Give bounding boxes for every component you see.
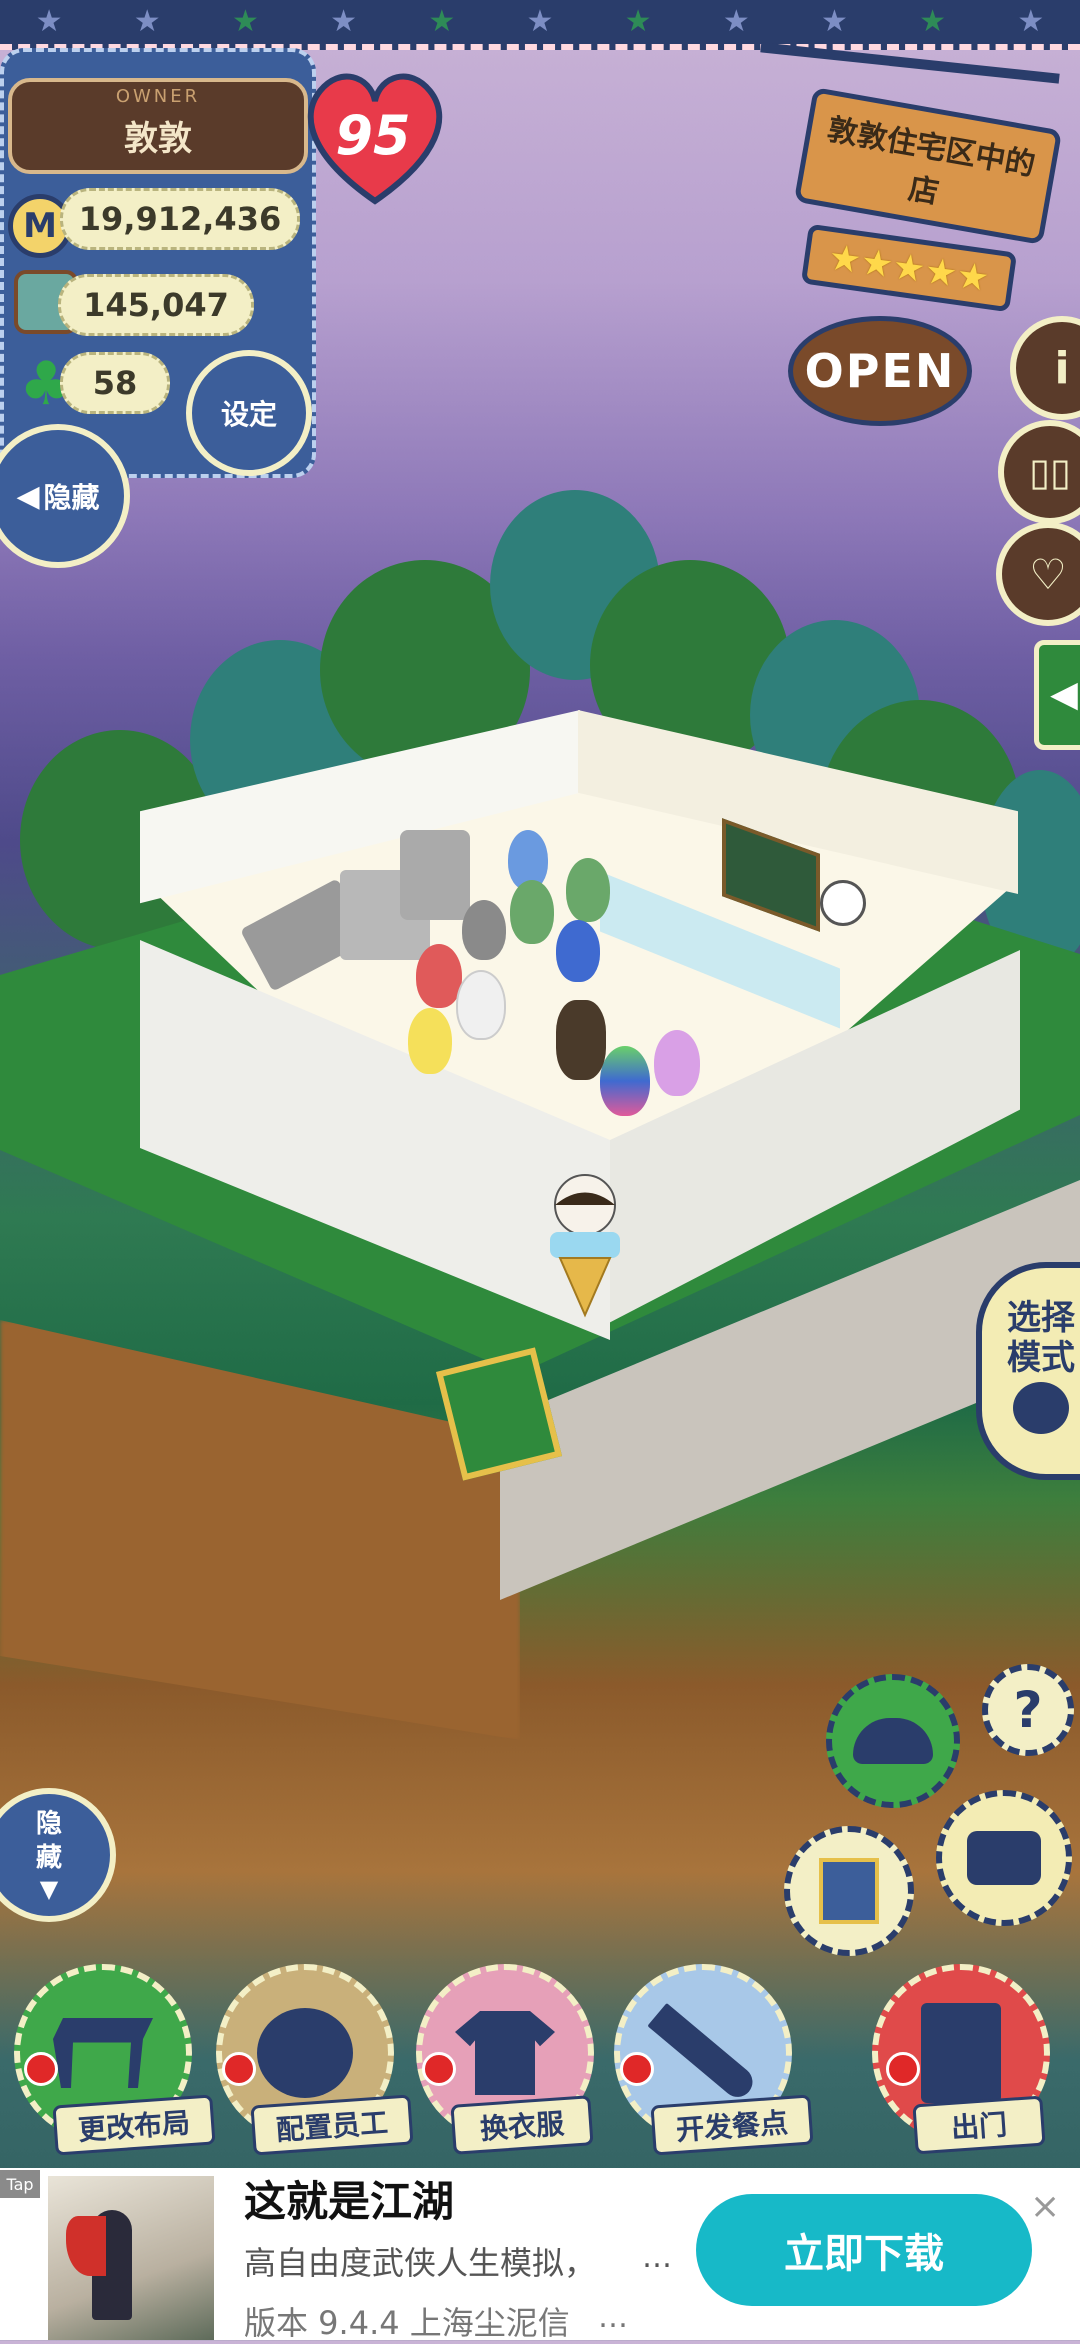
owner-plaque[interactable]: OWNER 敦敦 bbox=[8, 78, 308, 174]
star-decoration-icon: ★ bbox=[231, 4, 259, 39]
open-status-sign[interactable]: OPEN bbox=[788, 316, 972, 426]
arrow-left-icon: ◀ bbox=[1050, 674, 1078, 715]
assign-staff-label-plate: 配置员工 bbox=[250, 2094, 414, 2156]
bear-icon bbox=[257, 2008, 353, 2098]
ad-tag: Tap bbox=[0, 2170, 40, 2198]
go-out-label: 出门 bbox=[950, 2108, 1009, 2145]
ad-download-label: 立即下载 bbox=[784, 2231, 944, 2277]
notification-pin-icon bbox=[24, 2052, 58, 2086]
notification-pin-icon bbox=[886, 2052, 920, 2086]
notification-pin-icon bbox=[222, 2052, 256, 2086]
owner-tag: OWNER bbox=[115, 86, 201, 107]
messages-button[interactable]: ♡ bbox=[996, 522, 1080, 626]
star-decoration-icon: ★ bbox=[722, 4, 750, 39]
shop-rating: ★ ★ ★ ★ ★ bbox=[800, 223, 1018, 313]
owner-level: 95 bbox=[335, 104, 411, 167]
staff-bear-gray[interactable] bbox=[462, 900, 506, 960]
ingredients-counter: 145,047 bbox=[58, 274, 254, 336]
top-star-banner: ★ ★ ★ ★ ★ ★ ★ ★ ★ ★ ★ bbox=[0, 0, 1080, 50]
staff-bear-blue[interactable] bbox=[556, 920, 600, 982]
change-clothes-label: 换衣服 bbox=[479, 2107, 566, 2146]
star-decoration-icon: ★ bbox=[526, 4, 554, 39]
ad-tag-text: Tap bbox=[6, 2174, 34, 2194]
hide-label: 隐 藏 bbox=[35, 1809, 62, 1873]
expand-panel-button[interactable]: ◀ bbox=[1034, 640, 1080, 750]
hat-button[interactable] bbox=[826, 1674, 960, 1808]
ad-version-publisher: 版本 9.4.4 上海尘泥信 bbox=[244, 2304, 570, 2342]
star-decoration-icon: ★ bbox=[1017, 4, 1045, 39]
star-decoration-icon: ★ bbox=[919, 4, 947, 39]
recipe-book-button[interactable]: ▯▯ bbox=[998, 420, 1080, 524]
customer-bear-rainbow[interactable] bbox=[600, 1046, 650, 1116]
clover-counter: 58 bbox=[60, 352, 170, 414]
info-button[interactable]: i bbox=[1010, 316, 1080, 420]
kitchen-machine[interactable] bbox=[400, 830, 470, 920]
shirt-icon bbox=[455, 2011, 555, 2095]
ad-download-button[interactable]: 立即下载 bbox=[696, 2194, 1032, 2306]
ad-thumbnail[interactable] bbox=[48, 2176, 214, 2340]
staff-bear-yellow[interactable] bbox=[408, 1008, 452, 1074]
info-icon: i bbox=[1054, 342, 1070, 394]
album-icon bbox=[819, 1858, 879, 1924]
develop-menu-label-plate: 开发餐点 bbox=[650, 2094, 814, 2156]
help-button[interactable]: ? bbox=[982, 1664, 1074, 1756]
star-decoration-icon: ★ bbox=[821, 4, 848, 39]
notification-pin-icon bbox=[422, 2052, 456, 2086]
customer-bear-pink[interactable] bbox=[654, 1030, 700, 1096]
assign-staff-label: 配置员工 bbox=[275, 2106, 390, 2147]
clover-value: 58 bbox=[92, 364, 138, 402]
develop-menu-label: 开发餐点 bbox=[675, 2106, 790, 2147]
shop-name: 敦敦住宅区中的店 bbox=[824, 112, 1038, 211]
star-decoration-icon: ★ bbox=[35, 4, 63, 39]
hide-bottom-button[interactable]: 隐 藏 ▼ bbox=[0, 1788, 116, 1922]
wall-clock-icon bbox=[820, 880, 866, 926]
ad-close-icon[interactable]: × bbox=[1030, 2186, 1060, 2227]
star-decoration-icon: ★ bbox=[624, 4, 652, 39]
rating-star-icon: ★ bbox=[954, 254, 992, 300]
staff-bear-red[interactable] bbox=[416, 944, 462, 1008]
red-cape bbox=[66, 2216, 106, 2276]
knife-icon bbox=[647, 2002, 759, 2104]
round-table[interactable] bbox=[556, 1000, 606, 1080]
hide-label: 隐藏 bbox=[43, 481, 100, 514]
bear-icon bbox=[1013, 1382, 1069, 1434]
notification-pin-icon bbox=[620, 2052, 654, 2086]
staff-bear-white[interactable] bbox=[456, 970, 506, 1040]
ice-cream-cone-sign[interactable] bbox=[540, 1170, 630, 1320]
heart-chat-icon: ♡ bbox=[1029, 549, 1067, 599]
door-icon bbox=[921, 2003, 1001, 2103]
open-status: OPEN bbox=[804, 344, 956, 398]
help-icon: ? bbox=[1013, 1681, 1043, 1739]
album-button[interactable] bbox=[784, 1826, 914, 1956]
coins-counter: 19,912,436 bbox=[60, 188, 300, 250]
select-mode-button[interactable]: 选择 模式 bbox=[976, 1262, 1080, 1480]
arrow-left-icon: ◀ bbox=[16, 478, 40, 514]
ad-title[interactable]: 这就是江湖 bbox=[244, 2168, 454, 2229]
camera-button[interactable] bbox=[936, 1790, 1072, 1926]
star-decoration-icon: ★ bbox=[428, 4, 456, 39]
staff-bear-green[interactable] bbox=[566, 858, 610, 922]
change-layout-label-plate: 更改布局 bbox=[52, 2094, 216, 2156]
table-icon bbox=[53, 2018, 153, 2088]
ad-ellipsis: … bbox=[598, 2300, 628, 2335]
ingredients-value: 145,047 bbox=[83, 286, 229, 324]
go-out-label-plate: 出门 bbox=[912, 2095, 1046, 2155]
book-icon: ▯▯ bbox=[1029, 450, 1071, 494]
settings-button[interactable]: 设定 bbox=[186, 350, 312, 476]
select-mode-label: 选择 模式 bbox=[1007, 1298, 1075, 1378]
change-clothes-label-plate: 换衣服 bbox=[450, 2095, 594, 2155]
owner-name: 敦敦 bbox=[124, 119, 192, 159]
coins-value: 19,912,436 bbox=[78, 200, 282, 238]
star-decoration-icon: ★ bbox=[133, 4, 161, 39]
camera-icon bbox=[967, 1831, 1041, 1885]
star-decoration-icon: ★ bbox=[330, 4, 358, 39]
hat-icon bbox=[853, 1718, 933, 1764]
shop-name-sign[interactable]: 敦敦住宅区中的店 bbox=[793, 87, 1063, 245]
change-layout-label: 更改布局 bbox=[77, 2106, 192, 2147]
arrow-down-icon: ▼ bbox=[39, 1875, 59, 1903]
ad-description: 高自由度武侠人生模拟， bbox=[244, 2244, 597, 2282]
settings-label: 设定 bbox=[220, 398, 277, 431]
staff-bear-green[interactable] bbox=[510, 880, 554, 944]
ad-ellipsis: … bbox=[642, 2240, 672, 2275]
